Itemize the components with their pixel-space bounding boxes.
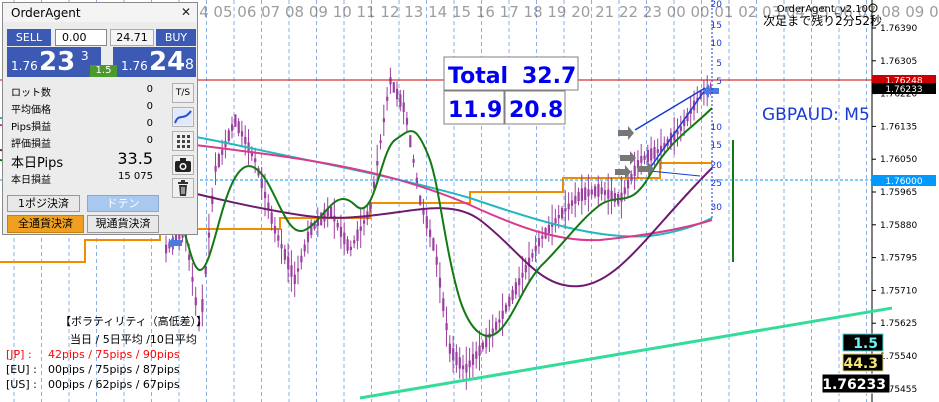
svg-text:1.5: 1.5 (853, 336, 878, 352)
total-value: 32.7 (522, 64, 576, 89)
svg-text:1.76233: 1.76233 (885, 85, 922, 95)
panel-titlebar[interactable]: OrderAgent ✕ (3, 3, 197, 22)
spread-box: 1.5 (842, 333, 884, 352)
close-symbol-button[interactable]: 現通貨決済 (87, 215, 159, 233)
row-eval-label: 評価損益 (11, 139, 51, 150)
day-pl-value: 15 075 (118, 171, 153, 182)
spread-badge: 1.5 (90, 65, 117, 77)
row-lots-label: ロット数 (11, 88, 51, 99)
row-pips-label: Pips損益 (11, 122, 52, 133)
camera-icon[interactable] (172, 155, 194, 175)
trendline-tool-icon[interactable] (172, 107, 194, 127)
panel-title: OrderAgent (11, 6, 81, 20)
current-price-tag: 1.76233 (872, 83, 936, 95)
sell-button[interactable]: SELL (7, 29, 51, 46)
bid-prefix: 1.76 (11, 59, 38, 73)
svg-text:1.75965: 1.75965 (880, 188, 917, 198)
day-pl-label: 本日損益 (11, 175, 51, 186)
pips-box: 44.3 (842, 353, 884, 372)
svg-text:1.75540: 1.75540 (880, 352, 917, 362)
volatility-row-us-values: 00pips / 62pips / 67pips (48, 378, 180, 391)
bid-price-button[interactable]: 1.76 23 3 (7, 47, 101, 77)
svg-text:1.76305: 1.76305 (880, 57, 917, 67)
volatility-row-jp-values: 42pips / 75pips / 90pips (48, 348, 180, 361)
svg-text:1.75710: 1.75710 (880, 286, 917, 296)
svg-text:1.76000: 1.76000 (885, 177, 922, 187)
volatility-block: 【ボラティリティ（高低差）】 当日 / 5日平均 /10日平均 [JP] : 4… (6, 314, 207, 391)
svg-text:1.76050: 1.76050 (880, 155, 917, 165)
volatility-row-eu-label: [EU] : (6, 363, 37, 376)
svg-text:5: 5 (716, 77, 722, 87)
row-avg-label: 平均価格 (11, 105, 51, 116)
row-avg-value: 0 (146, 101, 153, 112)
volatility-row-us-label: [US] : (6, 378, 37, 391)
svg-text:5: 5 (716, 59, 722, 69)
close-one-position-button[interactable]: 1ポジ決済 (7, 195, 80, 212)
ask-small: 8 (185, 57, 194, 73)
pips-scale: 201510551015202530 (711, 0, 722, 220)
right-pips-value: 20.8 (509, 98, 563, 123)
volatility-header: 当日 / 5日平均 /10日平均 (70, 332, 197, 346)
ts-button[interactable]: T/S (172, 83, 194, 103)
spread-display: 24.71 (110, 29, 154, 46)
blue-price-tag: 1.76000 (872, 175, 936, 187)
left-pips-value: 11.9 (448, 98, 502, 123)
ask-price-button[interactable]: 1.76 24 8 (113, 47, 196, 77)
row-eval-value: 0 (146, 135, 153, 146)
price-box: 1.76233 (821, 373, 891, 394)
buy-button[interactable]: BUY (156, 29, 196, 46)
order-agent-panel: OrderAgent ✕ SELL 0.00 24.71 BUY 1.76 23… (2, 2, 198, 235)
svg-text:1.76135: 1.76135 (880, 122, 917, 132)
day-pips-label: 本日Pips (11, 156, 64, 171)
svg-text:1.75795: 1.75795 (880, 254, 917, 264)
symbol-label: GBPAUD: M5 (762, 105, 870, 125)
row-lots-value: 0 (146, 84, 153, 95)
total-label: Total (448, 64, 508, 89)
row-pips-value: 0 (146, 118, 153, 129)
volatility-row-jp-label: [JP] : (6, 348, 32, 361)
trash-icon[interactable] (172, 178, 194, 198)
bid-small: 3 (81, 49, 89, 63)
svg-text:1.75880: 1.75880 (880, 221, 917, 231)
day-pips-value: 33.5 (117, 149, 153, 168)
trading-chart-window: 20 15 10 5 5 10 15 20 25 30 1.76390 1.76305 1.76220… (0, 0, 939, 402)
volatility-title: 【ボラティリティ（高低差）】 (60, 314, 207, 328)
doten-button[interactable]: ドテン (87, 195, 159, 212)
close-icon[interactable]: ✕ (181, 5, 191, 19)
svg-text:44.3: 44.3 (843, 356, 878, 372)
grid-tool-icon[interactable] (172, 131, 194, 151)
bid-big: 23 (39, 47, 76, 77)
ask-prefix: 1.76 (121, 59, 148, 73)
ask-big: 24 (149, 47, 186, 77)
teal-trend-line[interactable] (359, 306, 893, 400)
close-all-button[interactable]: 全通貨決済 (7, 215, 84, 233)
svg-text:1.76233: 1.76233 (822, 377, 886, 393)
svg-text:1.76390: 1.76390 (880, 24, 917, 34)
svg-text:1.75625: 1.75625 (880, 319, 917, 329)
lot-input[interactable]: 0.00 (55, 29, 107, 46)
bar-countdown: 次足まで残り2分52秒 (763, 14, 882, 28)
volatility-row-eu-values: 00pips / 75pips / 87pips (48, 363, 180, 376)
